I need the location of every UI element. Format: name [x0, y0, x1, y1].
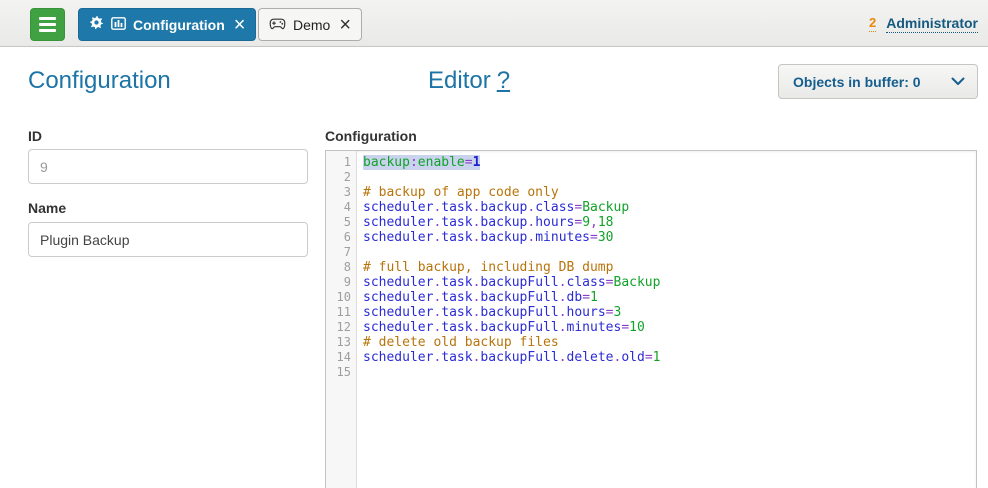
objects-in-buffer-dropdown[interactable]: Objects in buffer: 0: [778, 64, 978, 99]
code-line: 8# full backup, including DB dump: [326, 260, 976, 275]
menu-button[interactable]: [30, 8, 65, 41]
help-link[interactable]: ?: [497, 67, 510, 94]
code-line-content: scheduler.task.backupFull.db=1: [357, 290, 598, 305]
code-line: 12scheduler.task.backupFull.minutes=10: [326, 320, 976, 335]
code-line-content: scheduler.task.backup.minutes=30: [357, 230, 614, 245]
configuration-code-editor[interactable]: 1backup:enable=123# backup of app code o…: [325, 150, 977, 488]
line-number: 10: [326, 290, 357, 305]
line-number: 13: [326, 335, 357, 350]
tab-demo[interactable]: Demo ×: [258, 8, 362, 41]
code-line: 10scheduler.task.backupFull.db=1: [326, 290, 976, 305]
topbar-right: 2 Administrator: [869, 0, 978, 47]
code-line-content: scheduler.task.backupFull.minutes=10: [357, 320, 645, 335]
id-label: ID: [28, 128, 42, 144]
line-number: 9: [326, 275, 357, 290]
code-line-content: backup:enable=1: [357, 155, 480, 170]
gamepad-icon: [269, 17, 286, 33]
code-line: 4scheduler.task.backup.class=Backup: [326, 200, 976, 215]
editor-title-text: Editor: [428, 67, 491, 94]
code-line: 6scheduler.task.backup.minutes=30: [326, 230, 976, 245]
code-line: 15: [326, 365, 976, 380]
configuration-editor-label: Configuration: [325, 128, 417, 144]
line-number: 3: [326, 185, 357, 200]
notification-count[interactable]: 2: [869, 15, 876, 32]
code-line: 7: [326, 245, 976, 260]
name-label: Name: [28, 200, 66, 216]
line-number: 5: [326, 215, 357, 230]
line-number: 14: [326, 350, 357, 365]
close-icon[interactable]: ×: [337, 15, 351, 35]
line-number: 12: [326, 320, 357, 335]
topbar: Configuration × Demo × 2 Administrator: [0, 0, 988, 47]
code-line-content: # full backup, including DB dump: [357, 260, 613, 275]
code-line: 9scheduler.task.backupFull.class=Backup: [326, 275, 976, 290]
code-line-content: scheduler.task.backupFull.class=Backup: [357, 275, 660, 290]
line-number: 4: [326, 200, 357, 215]
chevron-down-icon: [951, 73, 965, 91]
code-line: 14scheduler.task.backupFull.delete.old=1: [326, 350, 976, 365]
code-line: 3# backup of app code only: [326, 185, 976, 200]
buffer-label: Objects in buffer: 0: [793, 74, 921, 90]
line-number: 8: [326, 260, 357, 275]
code-line: 13# delete old backup files: [326, 335, 976, 350]
code-line-content: [357, 245, 363, 260]
administrator-link[interactable]: Administrator: [886, 15, 978, 33]
code-line-content: scheduler.task.backup.class=Backup: [357, 200, 629, 215]
line-number: 2: [326, 170, 357, 185]
tab-configuration[interactable]: Configuration ×: [78, 8, 256, 41]
gear-icon: [89, 15, 104, 34]
page-title: Configuration: [28, 67, 171, 95]
code-line-content: scheduler.task.backupFull.delete.old=1: [357, 350, 660, 365]
editor-title: Editor?: [428, 67, 510, 95]
line-number: 6: [326, 230, 357, 245]
tab-label: Demo: [293, 17, 330, 33]
code-line-content: # delete old backup files: [357, 335, 559, 350]
close-icon[interactable]: ×: [232, 15, 246, 35]
code-line: 1backup:enable=1: [326, 155, 976, 170]
code-line: 2: [326, 170, 976, 185]
line-number: 7: [326, 245, 357, 260]
name-field[interactable]: [28, 222, 308, 257]
line-number: 11: [326, 305, 357, 320]
code-lines[interactable]: 1backup:enable=123# backup of app code o…: [326, 155, 976, 380]
line-number: 15: [326, 365, 357, 380]
code-line-content: scheduler.task.backup.hours=9,18: [357, 215, 614, 230]
id-field[interactable]: [28, 149, 308, 184]
code-line-content: scheduler.task.backupFull.hours=3: [357, 305, 621, 320]
code-line: 11scheduler.task.backupFull.hours=3: [326, 305, 976, 320]
code-line: 5scheduler.task.backup.hours=9,18: [326, 215, 976, 230]
app-window: Configuration × Demo × 2 Administrator C…: [0, 0, 988, 488]
line-number: 1: [326, 155, 357, 170]
code-line-content: [357, 170, 363, 185]
tab-label: Configuration: [133, 17, 225, 33]
plugin-icon: [111, 17, 126, 33]
code-line-content: # backup of app code only: [357, 185, 559, 200]
code-line-content: [357, 365, 363, 380]
